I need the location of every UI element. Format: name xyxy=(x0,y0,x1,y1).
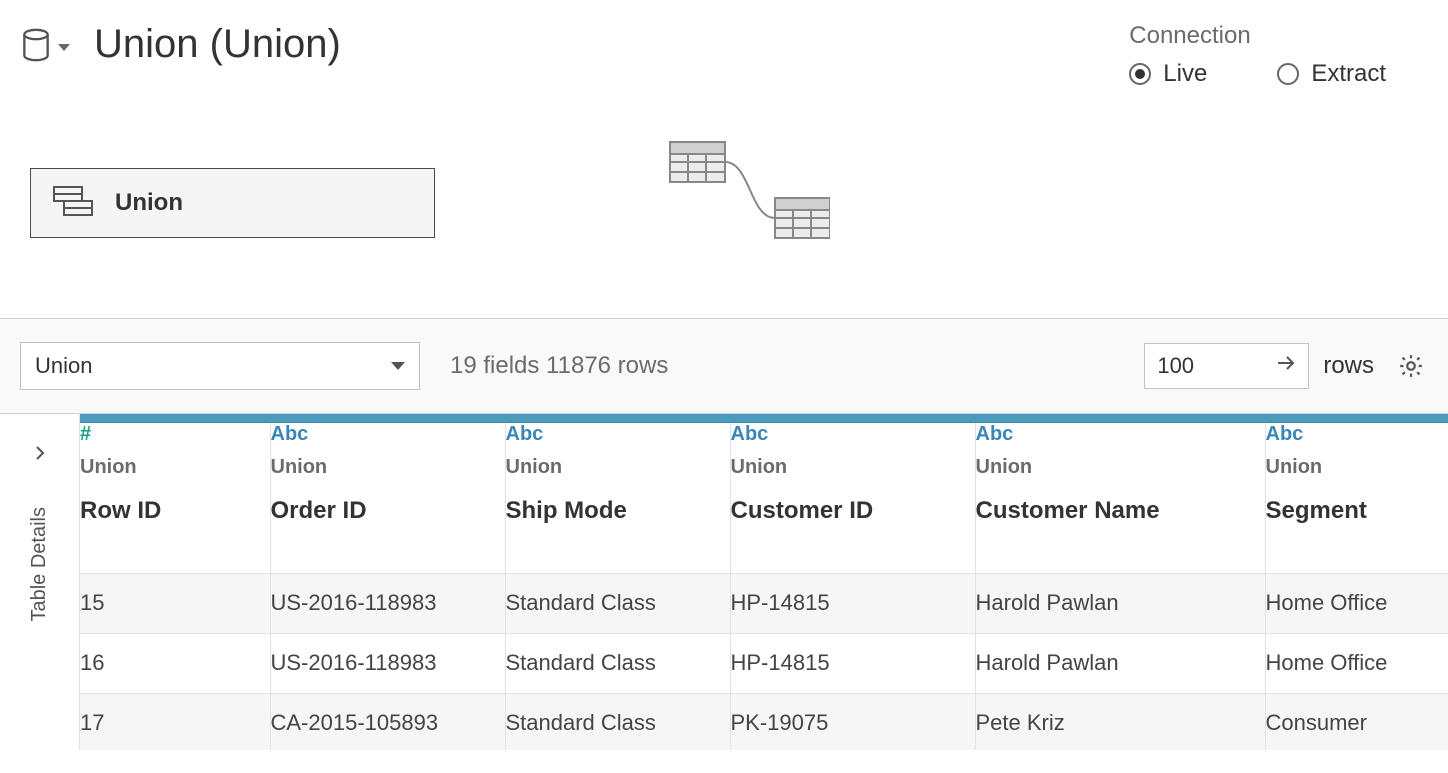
grid-settings-button[interactable] xyxy=(1388,353,1428,379)
cell-order-id: US-2016-118983 xyxy=(270,633,505,693)
text-type-icon: Abc xyxy=(506,423,730,446)
text-type-icon: Abc xyxy=(271,423,505,446)
cell-segment: Home Office xyxy=(1265,573,1448,633)
cell-segment: Consumer xyxy=(1265,693,1448,750)
cell-customer-id: HP-14815 xyxy=(730,633,975,693)
connection-label: Connection xyxy=(1129,22,1386,50)
table-selector-dropdown[interactable]: Union xyxy=(20,342,420,390)
database-icon xyxy=(22,28,50,67)
chevron-down-icon xyxy=(391,362,405,370)
union-icon xyxy=(53,186,93,221)
connection-live-label: Live xyxy=(1163,60,1207,88)
radio-unselected-icon xyxy=(1277,63,1299,85)
table-row[interactable]: 17 CA-2015-105893 Standard Class PK-1907… xyxy=(80,693,1448,750)
cell-row-id: 15 xyxy=(80,573,270,633)
rows-limit-value: 100 xyxy=(1157,353,1194,379)
number-type-icon: # xyxy=(80,423,270,446)
cell-customer-name: Harold Pawlan xyxy=(975,573,1265,633)
cell-customer-name: Pete Kriz xyxy=(975,693,1265,750)
cell-ship-mode: Standard Class xyxy=(505,633,730,693)
cell-customer-name: Harold Pawlan xyxy=(975,633,1265,693)
join-graphic-icon xyxy=(665,138,830,253)
cell-customer-id: PK-19075 xyxy=(730,693,975,750)
cell-customer-id: HP-14815 xyxy=(730,573,975,633)
cell-row-id: 17 xyxy=(80,693,270,750)
column-header-order-id[interactable]: Abc Union Order ID xyxy=(270,423,505,573)
column-header-row-id[interactable]: # Union Row ID xyxy=(80,423,270,573)
column-header-customer-id[interactable]: Abc Union Customer ID xyxy=(730,423,975,573)
column-source: Union xyxy=(976,456,1265,479)
column-header-customer-name[interactable]: Abc Union Customer Name xyxy=(975,423,1265,573)
gear-icon xyxy=(1398,353,1424,379)
data-model-canvas[interactable]: Union xyxy=(0,88,1448,318)
column-source: Union xyxy=(271,456,505,479)
union-table-pill[interactable]: Union xyxy=(30,168,435,238)
text-type-icon: Abc xyxy=(731,423,975,446)
column-name: Row ID xyxy=(80,497,270,525)
column-source: Union xyxy=(506,456,730,479)
connection-extract-label: Extract xyxy=(1311,60,1386,88)
union-pill-label: Union xyxy=(115,189,183,217)
cell-order-id: US-2016-118983 xyxy=(270,573,505,633)
table-row[interactable]: 16 US-2016-118983 Standard Class HP-1481… xyxy=(80,633,1448,693)
chevron-down-icon xyxy=(58,44,70,51)
text-type-icon: Abc xyxy=(976,423,1265,446)
column-name: Customer Name xyxy=(976,497,1265,525)
table-selector-value: Union xyxy=(35,353,92,379)
cell-ship-mode: Standard Class xyxy=(505,693,730,750)
column-header-segment[interactable]: Abc Union Segment xyxy=(1265,423,1448,573)
cell-row-id: 16 xyxy=(80,633,270,693)
table-details-tab-label[interactable]: Table Details xyxy=(28,507,51,622)
connection-live-option[interactable]: Live xyxy=(1129,60,1207,88)
cell-segment: Home Office xyxy=(1265,633,1448,693)
data-preview-table: # Union Row ID Abc Union Order ID Abc Un… xyxy=(80,423,1448,750)
column-name: Ship Mode xyxy=(506,497,730,525)
column-source: Union xyxy=(80,456,270,479)
column-header-ship-mode[interactable]: Abc Union Ship Mode xyxy=(505,423,730,573)
cell-order-id: CA-2015-105893 xyxy=(270,693,505,750)
text-type-icon: Abc xyxy=(1266,423,1448,446)
column-name: Order ID xyxy=(271,497,505,525)
arrow-right-icon xyxy=(1276,353,1296,379)
column-name: Segment xyxy=(1266,497,1448,525)
rows-limit-input[interactable]: 100 xyxy=(1144,343,1309,389)
connection-extract-option[interactable]: Extract xyxy=(1277,60,1386,88)
column-name: Customer ID xyxy=(731,497,975,525)
field-row-summary: 19 fields 11876 rows xyxy=(450,352,668,380)
cell-ship-mode: Standard Class xyxy=(505,573,730,633)
column-source: Union xyxy=(1266,456,1448,479)
database-menu[interactable] xyxy=(22,28,70,67)
grid-header-accent xyxy=(80,414,1448,423)
radio-selected-icon xyxy=(1129,63,1151,85)
datasource-title[interactable]: Union (Union) xyxy=(94,22,1105,67)
table-row[interactable]: 15 US-2016-118983 Standard Class HP-1481… xyxy=(80,573,1448,633)
expand-table-details-button[interactable] xyxy=(31,444,49,467)
rows-label: rows xyxy=(1323,352,1374,380)
column-source: Union xyxy=(731,456,975,479)
